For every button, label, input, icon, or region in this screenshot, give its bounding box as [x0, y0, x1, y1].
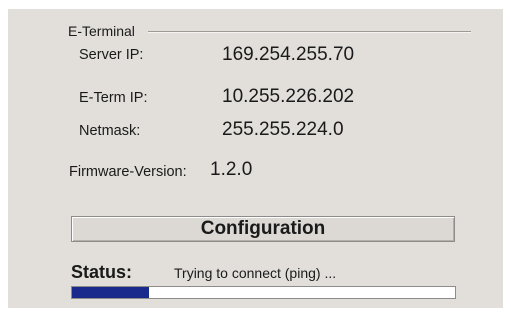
eterminal-panel: E-Terminal Server IP: 169.254.255.70 E-T…	[8, 9, 503, 308]
status-text: Trying to connect (ping) ...	[174, 265, 337, 281]
firmware-version-label: Firmware-Version:	[69, 164, 187, 180]
firmware-version-value: 1.2.0	[210, 159, 253, 180]
status-label: Status:	[71, 262, 133, 282]
netmask-label: Netmask:	[79, 123, 141, 139]
eterm-ip-value: 10.255.226.202	[222, 86, 355, 107]
group-box-border	[148, 31, 471, 33]
netmask-value: 255.255.224.0	[222, 119, 344, 140]
progress-bar-fill	[72, 287, 149, 298]
connection-progress-bar	[71, 286, 456, 299]
configuration-button[interactable]: Configuration	[71, 216, 455, 242]
group-title: E-Terminal	[68, 22, 138, 40]
eterm-ip-label: E-Term IP:	[79, 90, 148, 106]
server-ip-value: 169.254.255.70	[222, 44, 355, 65]
server-ip-label: Server IP:	[79, 47, 144, 63]
